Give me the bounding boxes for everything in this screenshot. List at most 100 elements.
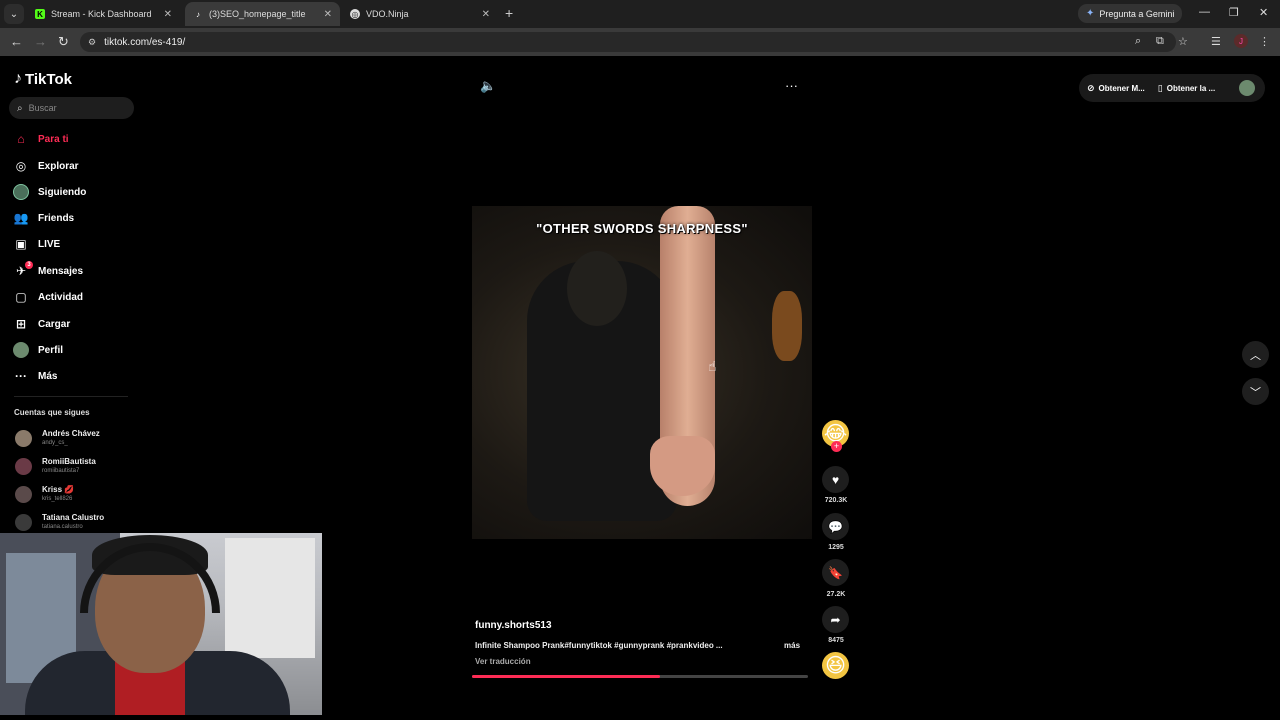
chevron-up-icon: ︿ (1250, 349, 1261, 362)
reload-icon[interactable]: ↻ (58, 34, 69, 50)
user-avatar[interactable] (1239, 80, 1255, 96)
forward-arrow-icon[interactable]: → (34, 34, 47, 49)
video-scene-figure-head (567, 251, 627, 326)
tab-vdo-ninja[interactable]: ◎ VDO.Ninja ✕ (342, 2, 498, 26)
close-tab-icon[interactable]: ✕ (324, 9, 332, 20)
previous-video-button[interactable]: ︿ (1242, 341, 1269, 368)
sidebar-item-mas[interactable]: ··· Más (13, 366, 57, 386)
following-account[interactable]: RomiiBautista romiibautista7 (15, 457, 96, 475)
close-tab-icon[interactable]: ✕ (164, 9, 172, 20)
vdo-ninja-icon: ◎ (350, 9, 360, 19)
coin-icon: ⊘ (1087, 82, 1095, 93)
following-accounts-header: Cuentas que sigues (14, 408, 90, 417)
video-scene-hand (650, 436, 715, 496)
video-caption-overlay: "OTHER SWORDS SHARPNESS" (536, 221, 748, 236)
follow-plus-icon[interactable]: + (831, 441, 842, 452)
sidebar-item-para-ti[interactable]: ⌂ Para ti (13, 129, 68, 149)
profile-avatar-icon (13, 342, 29, 358)
install-app-icon[interactable]: ⧉ (1156, 35, 1164, 48)
video-scene-lamp (772, 291, 802, 361)
kick-icon: K (35, 9, 45, 19)
comment-bubble-icon: 💬 (828, 519, 843, 534)
sidebar-item-friends[interactable]: 👥 Friends (13, 208, 75, 228)
messages-badge: 3 (25, 261, 33, 269)
new-tab-plus-icon[interactable]: + (505, 5, 513, 21)
sidebar-item-actividad[interactable]: ▢ Actividad (13, 287, 83, 307)
video-progress-bar[interactable] (472, 675, 808, 678)
bookmark-icon: 🔖 (828, 565, 843, 580)
search-input[interactable]: ⌕ Buscar (9, 97, 134, 119)
sidebar-item-siguiendo[interactable]: Siguiendo (13, 182, 86, 202)
chevron-down-icon: ﹀ (1250, 386, 1261, 399)
close-tab-icon[interactable]: ✕ (482, 9, 490, 20)
following-account[interactable]: Kriss 💋 kris_tell826 (15, 485, 74, 503)
hand-cursor-icon: ☝ (708, 358, 717, 374)
tiktok-logo[interactable]: ♪ TikTok (14, 70, 72, 88)
browser-profile-avatar[interactable]: J (1234, 34, 1248, 48)
more-dots-icon: ··· (15, 369, 27, 383)
tab-search-chevron-icon[interactable]: ⌄ (4, 4, 24, 24)
video-description: Infinite Shampoo Prank#funnytiktok #gunn… (475, 641, 723, 650)
video-more-options-icon[interactable]: ··· (785, 78, 798, 93)
ask-gemini-button[interactable]: ✦ Pregunta a Gemini (1078, 4, 1183, 23)
minimize-icon[interactable]: — (1199, 6, 1210, 18)
avatar (15, 513, 32, 531)
like-button[interactable]: ♥ (822, 466, 849, 493)
video-progress-fill (472, 675, 661, 678)
sidebar-item-live[interactable]: ▣ LIVE (13, 234, 60, 254)
address-bar[interactable]: ⚙ tiktok.com/es-419/ (80, 32, 1176, 52)
avatar (15, 429, 32, 447)
browser-tab-bar: ⌄ K Stream - Kick Dashboard ✕ ♪ (3)SEO_h… (0, 0, 1280, 28)
home-icon: ⌂ (17, 132, 25, 146)
webcam-overlay (0, 533, 322, 715)
top-right-actions: ⊘ Obtener M... ▯ Obtener la ... (1079, 74, 1265, 102)
restore-icon[interactable]: ❐ (1229, 6, 1239, 19)
back-arrow-icon[interactable]: ← (10, 34, 23, 49)
share-arrow-icon: ➦ (830, 612, 841, 627)
share-button[interactable]: ➦ (822, 606, 849, 633)
next-video-button[interactable]: ﹀ (1242, 378, 1269, 405)
sidebar-divider (14, 396, 128, 397)
tab-tiktok[interactable]: ♪ (3)SEO_homepage_title ✕ (185, 2, 340, 26)
get-app-button[interactable]: ▯ Obtener la ... (1158, 83, 1215, 94)
see-translation-link[interactable]: Ver traducción (475, 657, 531, 666)
following-account[interactable]: Andrés Chávez andy_cs_ (15, 429, 100, 447)
close-window-icon[interactable]: ✕ (1259, 6, 1268, 19)
share-count: 8475 (828, 637, 844, 644)
sidebar-item-mensajes[interactable]: ✈ 3 Mensajes (13, 261, 83, 281)
site-info-icon[interactable]: ⚙ (88, 37, 96, 48)
like-count: 720.3K (824, 497, 848, 504)
reading-list-icon[interactable]: ☰ (1211, 35, 1221, 48)
heart-icon: ♥ (831, 472, 840, 487)
creator-avatar[interactable]: 😂 + (822, 420, 849, 452)
tiktok-logo-icon: ♪ (14, 70, 22, 87)
zoom-icon[interactable]: ⌕ (1135, 35, 1141, 48)
sidebar-item-explorar[interactable]: ◎ Explorar (13, 156, 79, 176)
get-coins-button[interactable]: ⊘ Obtener M... (1087, 83, 1145, 94)
description-more-button[interactable]: más (784, 641, 800, 650)
tiktok-page: ♪ TikTok ⌕ Buscar ⌂ Para ti ◎ Explorar S… (0, 56, 1280, 720)
friends-icon: 👥 (13, 211, 29, 225)
sidebar-item-cargar[interactable]: ⊞ Cargar (13, 314, 70, 334)
compass-icon: ◎ (15, 159, 27, 173)
following-avatar-icon (13, 184, 29, 200)
bookmark-star-icon[interactable]: ☆ (1178, 35, 1188, 48)
avatar (15, 485, 32, 503)
gemini-sparkle-icon: ✦ (1086, 8, 1095, 19)
comment-count: 1295 (828, 544, 844, 551)
avatar (15, 457, 32, 475)
live-icon: ▣ (15, 237, 27, 251)
chrome-menu-icon[interactable]: ⋮ (1259, 35, 1270, 48)
tab-kick-dashboard[interactable]: K Stream - Kick Dashboard ✕ (27, 2, 180, 26)
volume-icon[interactable]: 🔈 (480, 78, 496, 94)
activity-icon: ▢ (15, 290, 27, 304)
following-account[interactable]: Tatiana Calustro tatiana.calustro (15, 513, 104, 531)
save-button[interactable]: 🔖 (822, 559, 849, 586)
video-creator-username[interactable]: funny.shorts513 (475, 620, 552, 631)
music-disc[interactable]: 😆 (822, 652, 849, 679)
comment-button[interactable]: 💬 (822, 513, 849, 540)
video-player[interactable]: "OTHER SWORDS SHARPNESS" (472, 206, 812, 539)
webcam-background-paper (225, 538, 315, 658)
sidebar-item-perfil[interactable]: Perfil (13, 340, 63, 360)
tiktok-icon: ♪ (196, 9, 200, 19)
